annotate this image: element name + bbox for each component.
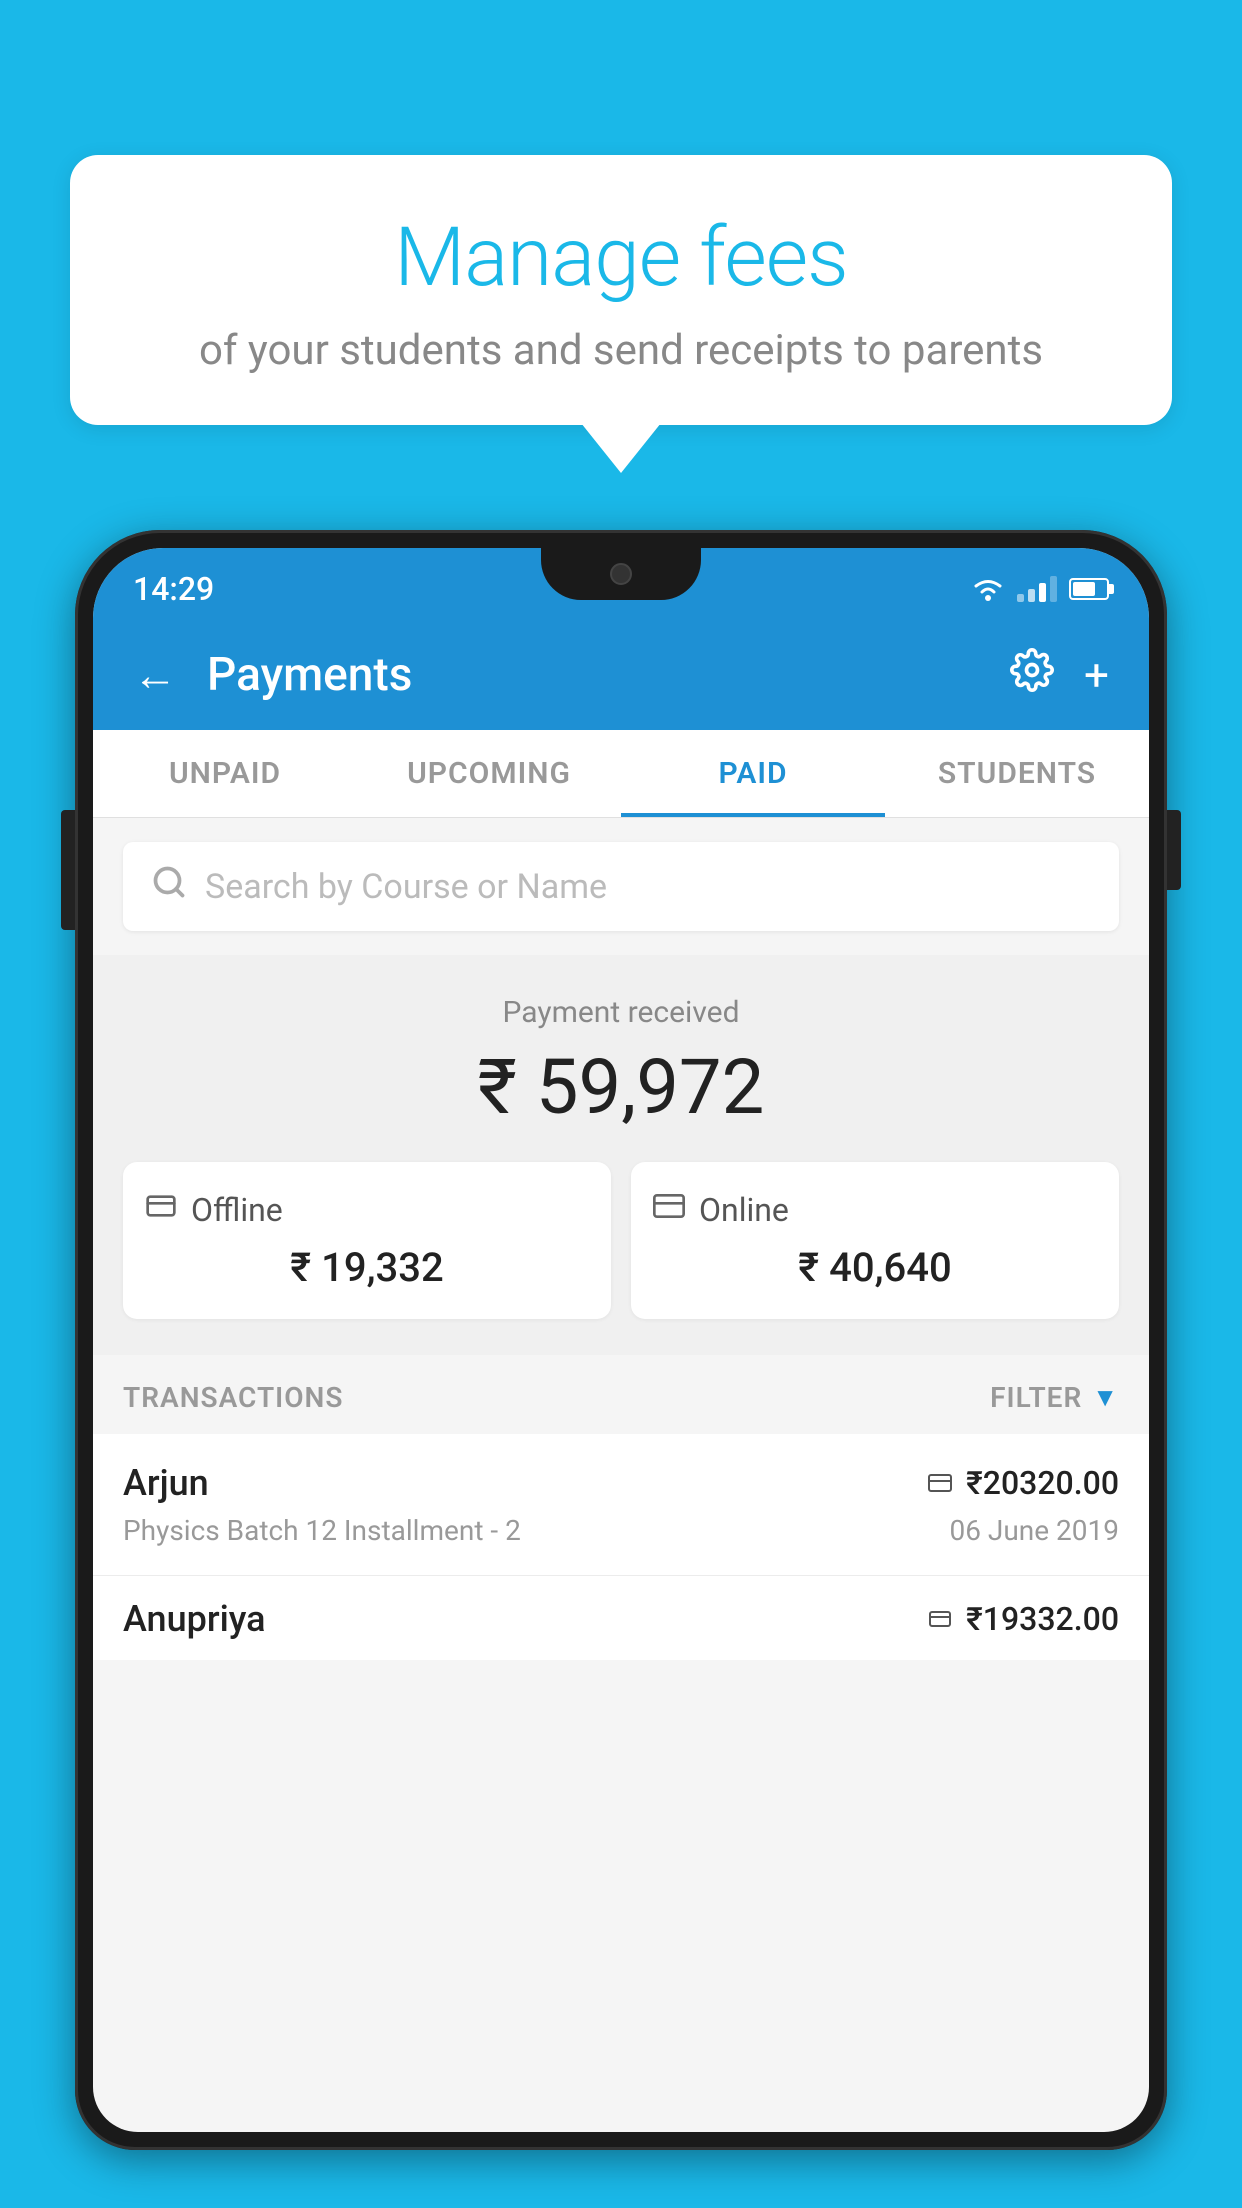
online-icon [653, 1190, 685, 1230]
card-icon-svg [653, 1190, 685, 1222]
status-time: 14:29 [133, 570, 214, 608]
header-title: Payments [207, 648, 1010, 702]
camera [610, 563, 632, 585]
tab-paid[interactable]: PAID [621, 730, 885, 817]
table-row[interactable]: Arjun ₹20320.00 Physics Batch 12 Install… [93, 1434, 1149, 1576]
transactions-label: TRANSACTIONS [123, 1381, 343, 1414]
status-icons [971, 576, 1109, 602]
battery-icon [1069, 578, 1109, 600]
payment-summary: Payment received ₹ 59,972 Offline [93, 955, 1149, 1355]
filter-icon: ▼ [1092, 1382, 1119, 1413]
offline-amount: ₹ 19,332 [145, 1244, 589, 1291]
add-button[interactable]: + [1084, 649, 1109, 701]
online-card: Online ₹ 40,640 [631, 1162, 1119, 1319]
bubble-title: Manage fees [130, 210, 1112, 306]
header-actions: + [1010, 648, 1109, 703]
student-name-1: Arjun [123, 1462, 209, 1504]
notch [541, 548, 701, 600]
transaction-top-1: Arjun ₹20320.00 [123, 1462, 1119, 1504]
search-bar[interactable]: Search by Course or Name [123, 842, 1119, 931]
speech-bubble-container: Manage fees of your students and send re… [70, 155, 1172, 425]
offline-card-header: Offline [145, 1190, 589, 1230]
transaction-bottom-1: Physics Batch 12 Installment - 2 06 June… [123, 1514, 1119, 1547]
rupee-icon [145, 1190, 177, 1222]
transaction-amount-2: ₹19332.00 [926, 1600, 1119, 1638]
bubble-subtitle: of your students and send receipts to pa… [130, 326, 1112, 375]
transactions-header: TRANSACTIONS FILTER ▼ [93, 1355, 1149, 1434]
payment-cards: Offline ₹ 19,332 Online [123, 1162, 1119, 1319]
offline-card: Offline ₹ 19,332 [123, 1162, 611, 1319]
signal-icon [1017, 576, 1057, 602]
speech-bubble: Manage fees of your students and send re… [70, 155, 1172, 425]
tab-unpaid[interactable]: UNPAID [93, 730, 357, 817]
online-card-header: Online [653, 1190, 1097, 1230]
gear-icon [1010, 648, 1054, 692]
payment-received-label: Payment received [123, 995, 1119, 1030]
back-button[interactable]: ← [133, 653, 177, 697]
search-placeholder-text: Search by Course or Name [205, 867, 607, 907]
offline-payment-icon-2 [926, 1607, 954, 1631]
phone-outer: 14:29 [75, 530, 1167, 2150]
offline-icon [145, 1190, 177, 1230]
search-container: Search by Course or Name [93, 818, 1149, 955]
filter-label: FILTER [990, 1381, 1082, 1414]
wifi-icon [971, 576, 1005, 602]
tabs: UNPAID UPCOMING PAID STUDENTS [93, 730, 1149, 818]
table-row[interactable]: Anupriya ₹19332.00 [93, 1576, 1149, 1660]
search-icon [151, 864, 187, 909]
search-svg-icon [151, 864, 187, 900]
phone-wrapper: 14:29 [75, 530, 1167, 2208]
online-label: Online [699, 1191, 789, 1229]
tab-upcoming[interactable]: UPCOMING [357, 730, 621, 817]
payment-amount: ₹ 59,972 [123, 1042, 1119, 1132]
amount-text-1: ₹20320.00 [966, 1464, 1119, 1502]
tab-students[interactable]: STUDENTS [885, 730, 1149, 817]
date-1: 06 June 2019 [949, 1514, 1119, 1547]
transaction-amount-1: ₹20320.00 [926, 1464, 1119, 1502]
settings-button[interactable] [1010, 648, 1054, 703]
transaction-top-2: Anupriya ₹19332.00 [123, 1598, 1119, 1640]
battery-fill [1073, 582, 1095, 596]
amount-text-2: ₹19332.00 [966, 1600, 1119, 1638]
app-header: ← Payments + [93, 620, 1149, 730]
course-info-1: Physics Batch 12 Installment - 2 [123, 1514, 521, 1547]
student-name-2: Anupriya [123, 1598, 266, 1640]
online-amount: ₹ 40,640 [653, 1244, 1097, 1291]
transaction-list: Arjun ₹20320.00 Physics Batch 12 Install… [93, 1434, 1149, 1660]
online-payment-icon-1 [926, 1471, 954, 1495]
offline-label: Offline [191, 1191, 283, 1229]
filter-button[interactable]: FILTER ▼ [990, 1381, 1119, 1414]
phone-screen: 14:29 [93, 548, 1149, 2132]
